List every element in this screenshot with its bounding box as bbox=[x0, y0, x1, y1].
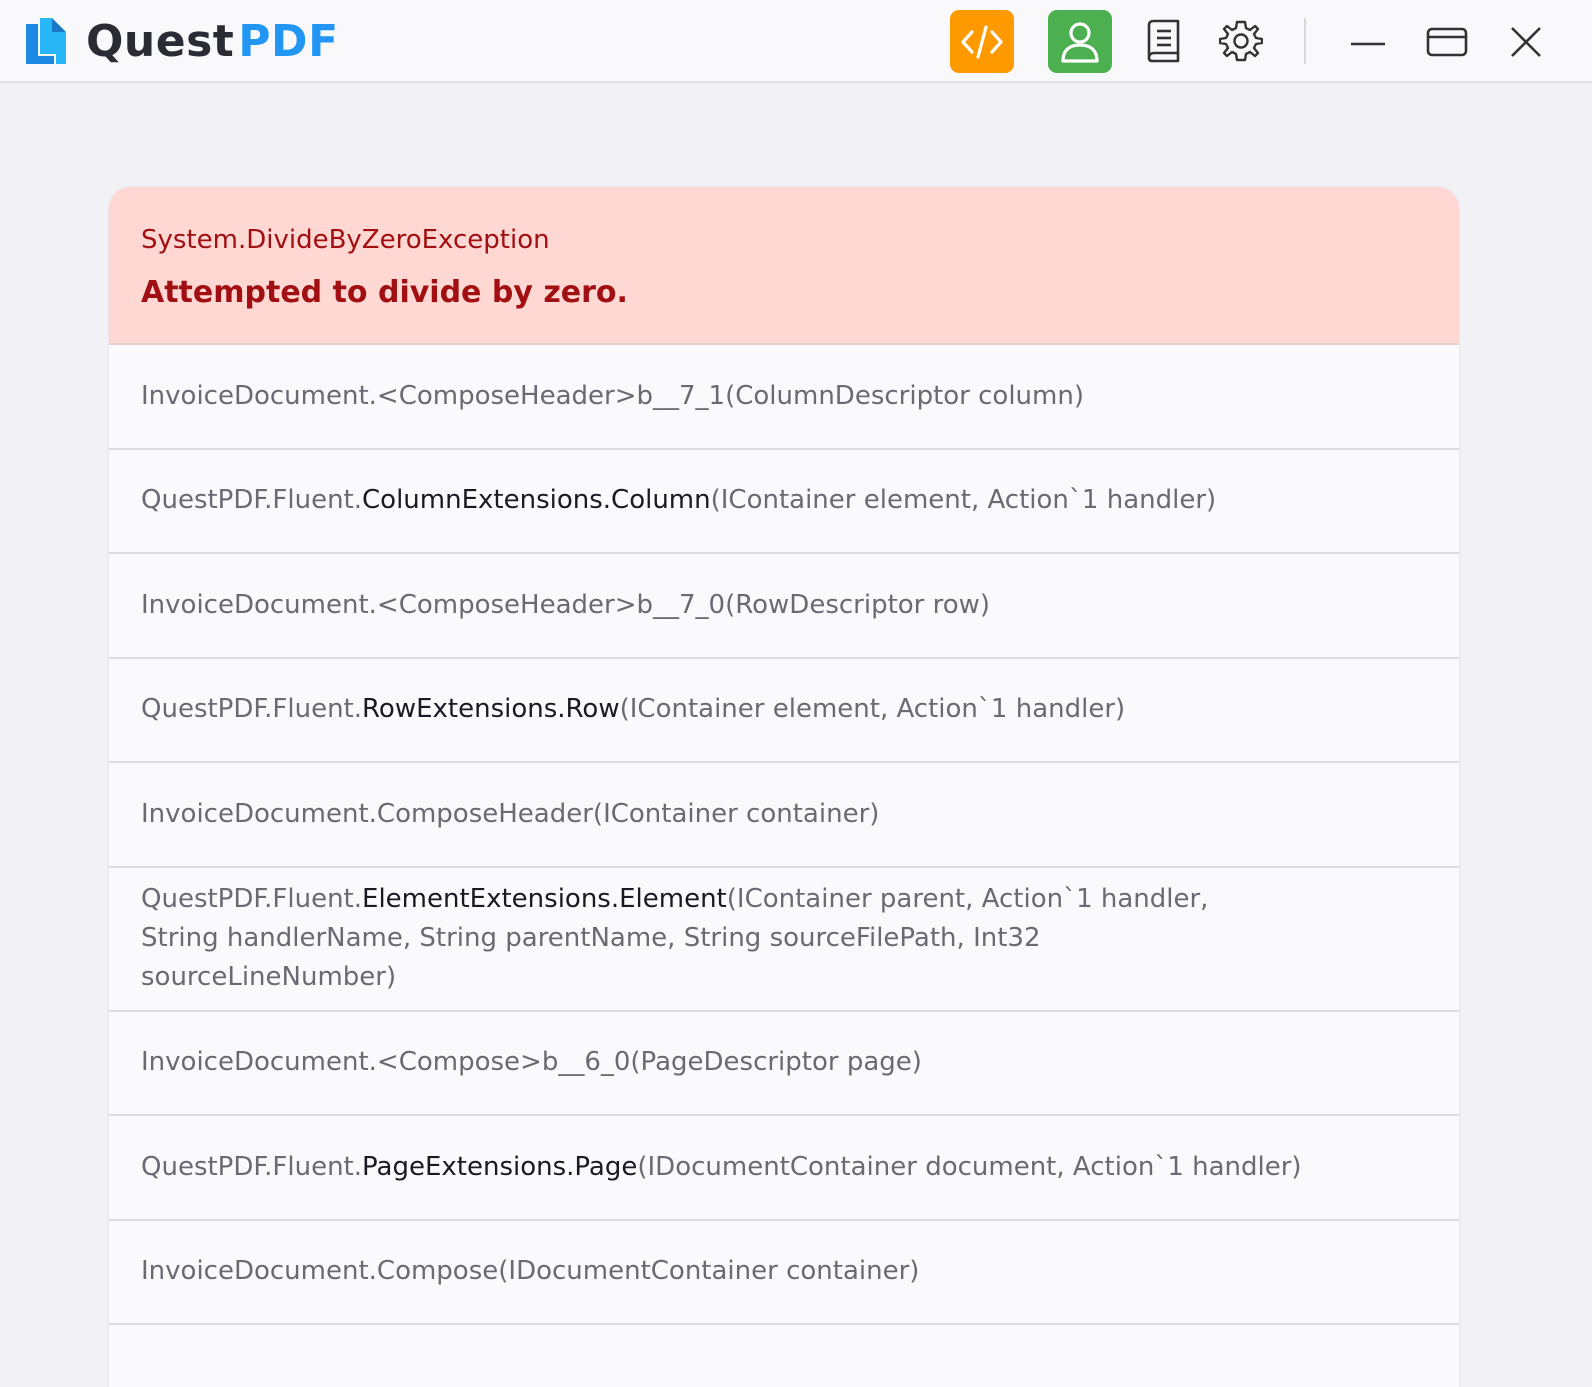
book-icon bbox=[1147, 19, 1180, 63]
stack-frame[interactable]: InvoiceDocument.<ComposeHeader>b__7_0(Ro… bbox=[109, 554, 1459, 659]
minimize-button[interactable] bbox=[1346, 18, 1390, 64]
app-name: QuestPDF bbox=[86, 16, 339, 67]
exception-message: Attempted to divide by zero. bbox=[141, 275, 628, 310]
maximize-button[interactable] bbox=[1425, 18, 1469, 64]
toolbar-separator bbox=[1304, 18, 1306, 64]
user-button[interactable] bbox=[1048, 10, 1112, 73]
exception-header: System.DivideByZeroException Attempted t… bbox=[109, 187, 1459, 345]
title-bar: QuestPDF bbox=[0, 0, 1592, 83]
stack-frame-method: ColumnExtensions.Column bbox=[362, 485, 711, 516]
gear-icon bbox=[1219, 20, 1263, 62]
maximize-icon bbox=[1426, 27, 1468, 57]
close-button[interactable] bbox=[1504, 18, 1548, 64]
close-icon bbox=[1511, 27, 1541, 57]
documentation-button[interactable] bbox=[1141, 18, 1185, 64]
stack-frame-method: ElementExtensions.Element bbox=[362, 884, 727, 914]
stack-frame[interactable]: InvoiceDocument.Compose(IDocumentContain… bbox=[109, 1221, 1459, 1325]
user-icon bbox=[1061, 21, 1099, 63]
settings-button[interactable] bbox=[1219, 18, 1263, 64]
stack-frame[interactable]: QuestPDF.Fluent.ColumnExtensions.Column(… bbox=[109, 450, 1459, 554]
stack-frame-method: RowExtensions.Row bbox=[362, 694, 620, 725]
exception-type: System.DivideByZeroException bbox=[141, 225, 550, 255]
questpdf-logo-icon bbox=[26, 18, 66, 64]
exception-panel: System.DivideByZeroException Attempted t… bbox=[109, 187, 1459, 1387]
stack-frame[interactable]: QuestPDF.Fluent.ElementExtensions.Elemen… bbox=[109, 868, 1459, 1012]
code-button[interactable] bbox=[950, 10, 1014, 73]
code-icon bbox=[961, 24, 1003, 59]
stack-frame[interactable]: InvoiceDocument.<Compose>b__6_0(PageDesc… bbox=[109, 1012, 1459, 1116]
stack-frame-method: PageExtensions.Page bbox=[362, 1151, 638, 1182]
stack-frame[interactable]: QuestPDF.Fluent.PageExtensions.Page(IDoc… bbox=[109, 1116, 1459, 1221]
stack-frame[interactable]: InvoiceDocument.<ComposeHeader>b__7_1(Co… bbox=[109, 345, 1459, 450]
minimize-icon bbox=[1351, 42, 1385, 46]
stack-frame[interactable]: QuestPDF.Fluent.RowExtensions.Row(IConta… bbox=[109, 659, 1459, 763]
stack-frame[interactable]: InvoiceDocument.ComposeHeader(IContainer… bbox=[109, 763, 1459, 868]
